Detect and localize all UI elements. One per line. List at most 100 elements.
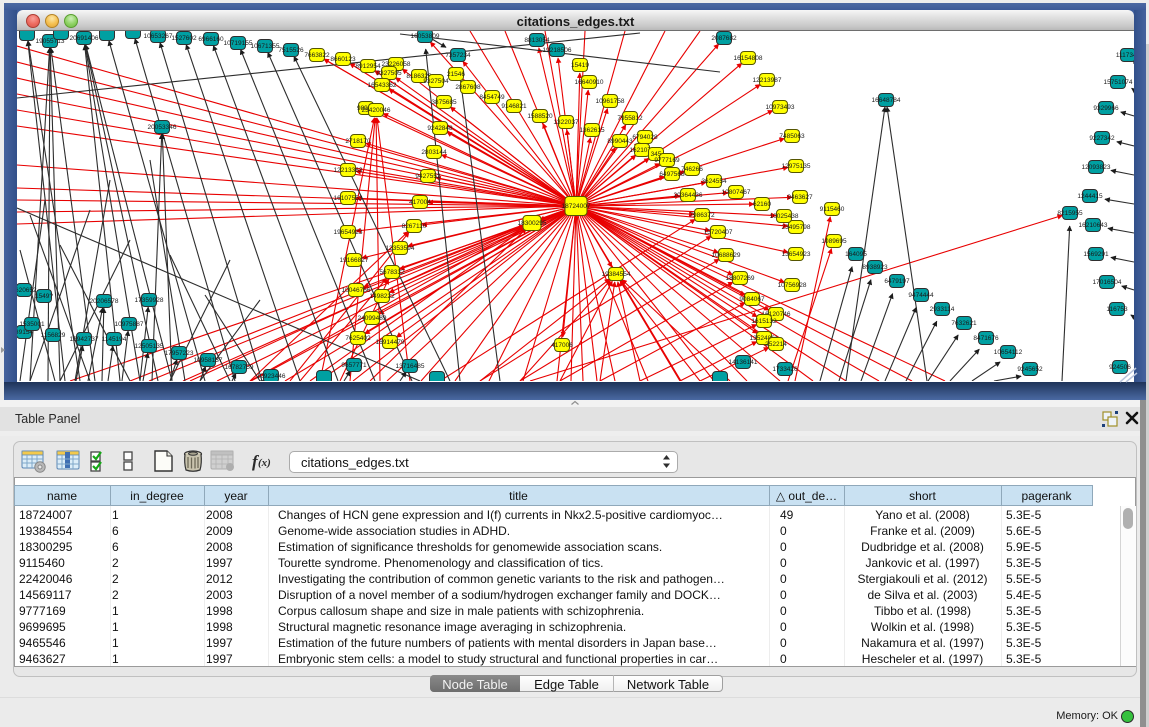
svg-text:8938923: 8938923 (862, 264, 888, 271)
svg-text:6479197: 6479197 (884, 278, 910, 285)
svg-text:6794028: 6794028 (632, 134, 658, 141)
svg-text:16107553: 16107553 (334, 195, 363, 202)
svg-text:21546: 21546 (447, 71, 465, 78)
svg-text:7625402: 7625402 (345, 335, 371, 342)
svg-text:10653267: 10653267 (144, 33, 173, 40)
svg-text:20053346: 20053346 (148, 124, 177, 131)
svg-text:1615132: 1615132 (751, 318, 777, 325)
svg-text:1527602: 1527602 (171, 35, 197, 42)
svg-text:62160: 62160 (753, 201, 771, 208)
svg-text:1156829: 1156829 (41, 332, 66, 339)
svg-text:8660123: 8660123 (330, 56, 356, 63)
svg-text:10671355: 10671355 (251, 43, 280, 50)
svg-text:18724007: 18724007 (562, 203, 591, 210)
svg-text:2933114: 2933114 (930, 306, 955, 313)
svg-text:164095: 164095 (845, 251, 867, 258)
svg-text:7357234: 7357234 (445, 52, 471, 59)
svg-text:10961758: 10961758 (596, 98, 625, 105)
svg-text:8267110: 8267110 (402, 223, 427, 230)
svg-text:8454749: 8454749 (479, 94, 505, 101)
svg-text:1733426: 1733426 (772, 366, 798, 373)
svg-text:12213363: 12213363 (334, 167, 363, 174)
svg-text:10807467: 10807467 (722, 189, 751, 196)
svg-text:8813054: 8813054 (524, 37, 550, 44)
svg-text:1145194: 1145194 (102, 336, 127, 343)
svg-text:1498222: 1498222 (369, 293, 395, 300)
svg-text:417006: 417006 (551, 342, 573, 349)
svg-text:15720407: 15720407 (704, 229, 733, 236)
svg-text:15751074: 15751074 (1104, 79, 1133, 86)
svg-text:19166827: 19166827 (340, 257, 369, 264)
svg-text:3624554: 3624554 (701, 178, 727, 185)
svg-text:7955812: 7955812 (617, 115, 643, 122)
svg-text:2803144: 2803144 (421, 149, 447, 156)
svg-text:23420046: 23420046 (362, 107, 391, 114)
svg-text:1322037: 1322037 (553, 119, 579, 126)
svg-text:1362615: 1362615 (579, 127, 605, 134)
svg-text:1117344: 1117344 (1116, 52, 1134, 59)
svg-text:17359928: 17359928 (135, 297, 164, 304)
svg-text:10958137: 10958137 (194, 357, 223, 364)
svg-text:16154808: 16154808 (734, 55, 763, 62)
svg-text:8471676: 8471676 (973, 335, 999, 342)
svg-text:18807269: 18807269 (726, 275, 755, 282)
svg-text:23495798: 23495798 (782, 224, 811, 231)
svg-text:9329966: 9329966 (1093, 105, 1119, 112)
svg-text:3875685: 3875685 (431, 99, 457, 106)
svg-text:16543362: 16543362 (368, 82, 397, 89)
svg-text:(x): (x) (258, 457, 271, 469)
svg-text:7663822: 7663822 (304, 52, 330, 59)
svg-text:5678332: 5678332 (379, 269, 405, 276)
svg-text:19384554: 19384554 (602, 271, 631, 278)
svg-text:8990443: 8990443 (607, 138, 633, 145)
svg-text:9777169: 9777169 (654, 157, 680, 164)
svg-text:1588520: 1588520 (527, 113, 553, 120)
svg-text:252214: 252214 (765, 341, 787, 348)
svg-text:9227342: 9227342 (1089, 135, 1115, 142)
svg-text:12923446: 12923446 (257, 373, 286, 380)
svg-text:10025438: 10025438 (770, 213, 799, 220)
svg-text:20364436: 20364436 (674, 192, 703, 199)
svg-text:10975887: 10975887 (115, 321, 144, 328)
svg-text:10973493: 10973493 (766, 104, 795, 111)
svg-text:16640910: 16640910 (575, 79, 604, 86)
svg-text:2087682: 2087682 (711, 35, 737, 42)
svg-text:15419: 15419 (571, 62, 589, 69)
svg-text:1549?: 1549? (35, 293, 53, 300)
svg-text:19218506: 19218506 (543, 47, 572, 54)
svg-text:9327505: 9327505 (376, 70, 402, 77)
svg-text:16210643: 16210643 (1079, 222, 1108, 229)
svg-text:12975135: 12975135 (782, 163, 811, 170)
svg-text:10688629: 10688629 (712, 252, 741, 259)
svg-text:8215955: 8215955 (1057, 210, 1083, 217)
svg-text:1089695: 1089695 (821, 238, 847, 245)
svg-text:9463627: 9463627 (787, 194, 813, 201)
svg-text:12505135: 12505135 (135, 343, 164, 350)
svg-text:10756928: 10756928 (778, 282, 807, 289)
svg-text:24099489: 24099489 (358, 315, 387, 322)
svg-text:6966160: 6966160 (198, 36, 224, 43)
svg-text:16782759: 16782759 (225, 364, 254, 371)
svg-text:417004: 417004 (409, 199, 431, 206)
svg-text:17957223: 17957223 (165, 350, 194, 357)
svg-text:1569291: 1569291 (1083, 251, 1109, 258)
svg-text:19654923: 19654923 (334, 229, 363, 236)
svg-text:12942737: 12942737 (70, 336, 99, 343)
svg-text:9146821: 9146821 (501, 103, 527, 110)
svg-text:12353594: 12353594 (386, 245, 415, 252)
svg-text:2718170: 2718170 (345, 138, 371, 145)
svg-text:10654112: 10654112 (994, 349, 1023, 356)
svg-text:20206578: 20206578 (90, 298, 119, 305)
svg-text:7515526: 7515526 (278, 47, 304, 54)
svg-text:9084067: 9084067 (739, 296, 765, 303)
svg-text:1244415: 1244415 (1077, 193, 1103, 200)
svg-text:116753: 116753 (1106, 306, 1128, 313)
svg-text:16053809: 16053809 (411, 33, 440, 40)
svg-text:7632621: 7632621 (951, 320, 977, 327)
svg-text:9474444: 9474444 (908, 292, 934, 299)
svg-text:9115460: 9115460 (820, 206, 845, 213)
svg-text:9242848: 9242848 (427, 125, 453, 132)
svg-text:7986372: 7986372 (689, 212, 715, 219)
svg-text:10046766: 10046766 (342, 287, 371, 294)
svg-text:9657771: 9657771 (341, 362, 367, 369)
